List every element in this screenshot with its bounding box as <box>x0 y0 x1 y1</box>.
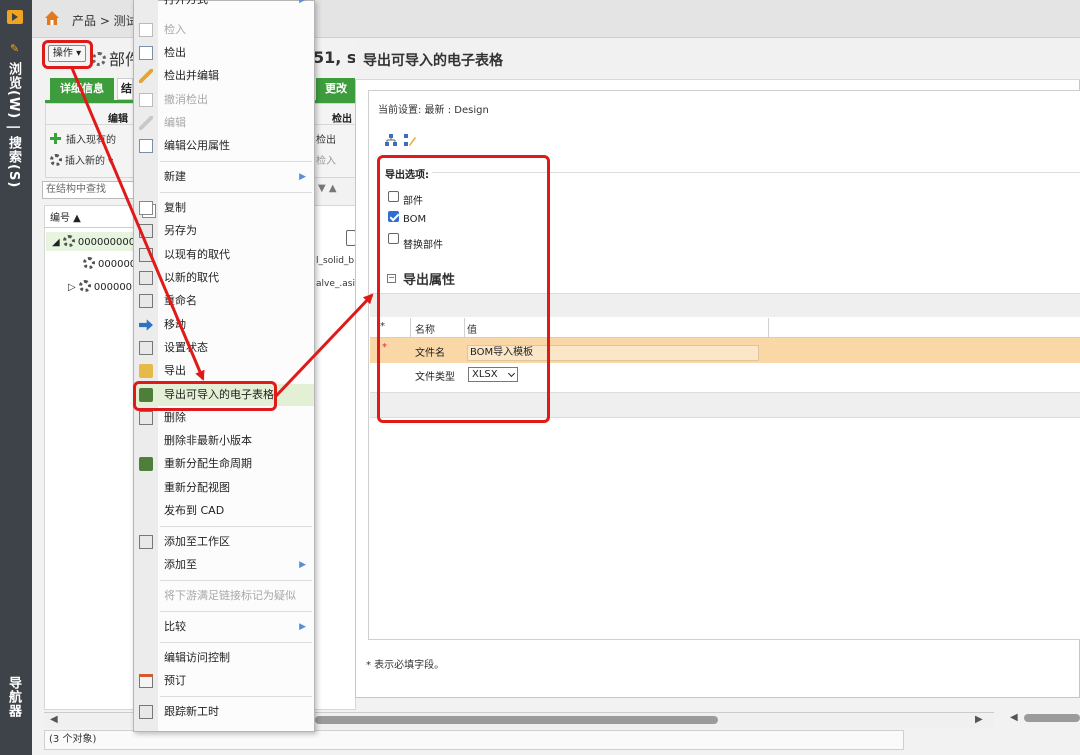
annotation-arrows <box>70 67 374 398</box>
arrow-menu-to-dialog <box>274 293 374 398</box>
arrow-ops-to-menu <box>70 67 205 381</box>
